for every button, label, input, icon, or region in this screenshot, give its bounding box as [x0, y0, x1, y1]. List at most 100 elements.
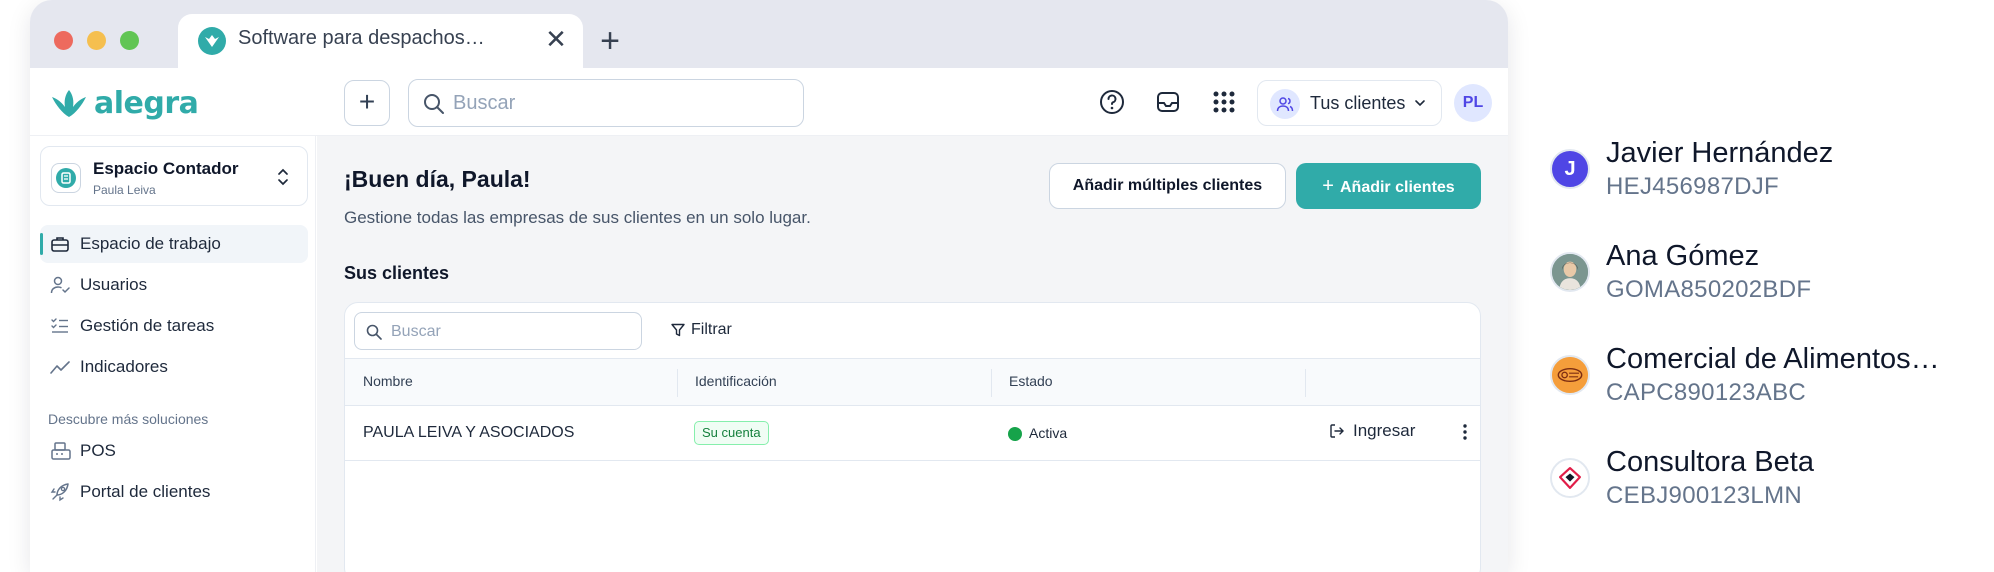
browser-tab[interactable]: Software para despachos… ✕: [178, 14, 583, 68]
column-divider: [991, 369, 992, 397]
help-icon[interactable]: [1098, 88, 1126, 116]
tab-title: Software para despachos…: [238, 27, 485, 49]
search-icon: [366, 324, 382, 340]
filter-label: Filtrar: [691, 321, 732, 338]
workspace-title: Espacio Contador: [93, 159, 239, 178]
stage: Software para despachos… ✕ + alegra + Bu…: [0, 0, 1994, 572]
workspace-icon: [51, 163, 81, 193]
inbox-icon[interactable]: [1154, 88, 1182, 116]
browser-tabstrip: Software para despachos… ✕ +: [30, 0, 1508, 68]
client-avatar-javier: J: [1550, 149, 1590, 189]
window-maximize-button[interactable]: [120, 31, 139, 50]
sidebar-item-pos[interactable]: POS: [40, 432, 308, 470]
tus-clientes-label: Tus clientes: [1310, 93, 1406, 113]
window-minimize-button[interactable]: [87, 31, 106, 50]
column-divider: [1305, 369, 1306, 397]
client-list-item[interactable]: Ana Gómez GOMA850202BDF: [1550, 240, 1970, 328]
search-icon: [424, 94, 444, 114]
sidebar-item-indicadores[interactable]: Indicadores: [40, 348, 308, 386]
alegra-favicon-icon: [198, 27, 226, 55]
client-rfc: HEJ456987DJF: [1606, 173, 1780, 200]
section-title-sus-clientes: Sus clientes: [344, 263, 450, 283]
page-greeting: ¡Buen día, Paula!: [344, 166, 531, 192]
apps-grid-icon[interactable]: [1210, 88, 1238, 116]
food-company-logo-icon: [1552, 357, 1588, 393]
add-clients-label: Añadir clientes: [1339, 179, 1455, 196]
chevron-up-down-icon: [278, 168, 288, 186]
client-avatar-consultora-logo: [1550, 458, 1590, 498]
workspace-selector[interactable]: Espacio Contador Paula Leiva: [40, 146, 308, 206]
table-search-input[interactable]: [391, 321, 631, 343]
alegra-logo[interactable]: alegra: [50, 86, 199, 121]
add-clients-button[interactable]: + Añadir clientes: [1296, 163, 1481, 209]
alegra-logo-icon: [52, 89, 86, 117]
status-label: Activa: [1029, 425, 1068, 441]
column-header-nombre[interactable]: Nombre: [363, 373, 413, 389]
add-multiple-clients-button[interactable]: Añadir múltiples clientes: [1049, 163, 1286, 209]
logo-text: alegra: [94, 86, 199, 121]
chevron-down-icon: [1415, 100, 1425, 107]
header-search[interactable]: [408, 79, 804, 127]
client-avatar-comercial-logo: [1550, 355, 1590, 395]
users-icon: [1270, 89, 1300, 119]
trend-icon: [50, 361, 70, 374]
client-name: Comercial de Alimentos…: [1606, 343, 1940, 375]
ingresar-label: Ingresar: [1353, 421, 1416, 440]
workspace-subtitle: Paula Leiva: [93, 183, 156, 197]
client-name: Ana Gómez: [1606, 240, 1760, 272]
more-vertical-icon[interactable]: [1455, 422, 1475, 442]
tab-close-icon[interactable]: ✕: [541, 24, 571, 54]
client-rfc: CAPC890123ABC: [1606, 379, 1807, 406]
consultora-logo-icon: [1552, 460, 1588, 496]
new-tab-button[interactable]: +: [590, 22, 630, 62]
add-button[interactable]: +: [344, 80, 390, 126]
header-search-input[interactable]: [453, 90, 783, 116]
table-row[interactable]: PAULA LEIVA Y ASOCIADOS Su cuenta Activa…: [345, 406, 1480, 461]
main-content: ¡Buen día, Paula! Gestione todas las emp…: [317, 136, 1508, 572]
sidebar-item-label: Portal de clientes: [80, 482, 211, 501]
sidebar-item-label: Espacio de trabajo: [80, 234, 221, 253]
client-name-cell: PAULA LEIVA Y ASOCIADOS: [363, 424, 575, 441]
client-list-item[interactable]: Consultora Beta CEBJ900123LMN: [1550, 446, 1970, 534]
sidebar-item-usuarios[interactable]: Usuarios: [40, 266, 308, 304]
table-header: Nombre Identificación Estado: [345, 358, 1480, 406]
section-label-descubre: Descubre más soluciones: [48, 411, 209, 427]
client-rfc: CEBJ900123LMN: [1606, 482, 1803, 509]
tus-clientes-button[interactable]: Tus clientes: [1257, 80, 1442, 126]
status-active-dot: [1008, 427, 1022, 441]
rocket-icon: [50, 483, 69, 502]
clients-table: Filtrar Nombre Identificación Estado PAU…: [344, 302, 1481, 572]
column-header-estado[interactable]: Estado: [1009, 373, 1053, 389]
table-search[interactable]: [354, 312, 642, 350]
column-header-identificacion[interactable]: Identificación: [695, 373, 777, 389]
client-rfc: GOMA850202BDF: [1606, 276, 1812, 303]
client-list-item[interactable]: Comercial de Alimentos… CAPC890123ABC: [1550, 343, 1970, 431]
user-avatar[interactable]: PL: [1454, 84, 1492, 122]
pos-register-icon: [51, 442, 71, 460]
filter-button[interactable]: Filtrar: [671, 321, 732, 339]
client-name: Consultora Beta: [1606, 446, 1814, 478]
user-check-icon: [50, 276, 70, 294]
window-close-button[interactable]: [54, 31, 73, 50]
filter-icon: [671, 323, 685, 337]
column-divider: [677, 369, 678, 397]
client-avatar-ana-photo: [1550, 252, 1590, 292]
sidebar-item-espacio-de-trabajo[interactable]: Espacio de trabajo: [40, 225, 308, 263]
briefcase-icon: [51, 237, 69, 252]
ingresar-button[interactable]: Ingresar: [1329, 421, 1415, 441]
sidebar-item-label: Indicadores: [80, 357, 168, 376]
account-badge: Su cuenta: [694, 421, 769, 445]
login-icon: [1330, 424, 1344, 438]
sidebar-item-label: POS: [80, 441, 116, 460]
sidebar-item-portal-de-clientes[interactable]: Portal de clientes: [40, 473, 308, 511]
plus-icon: +: [1322, 175, 1334, 197]
page-subtitle: Gestione todas las empresas de sus clien…: [344, 208, 811, 227]
app-header: alegra + Tus clientes PL: [30, 68, 1508, 136]
sidebar: Espacio Contador Paula Leiva Espacio de …: [30, 136, 316, 572]
task-list-icon: [51, 318, 68, 333]
client-list-item[interactable]: J Javier Hernández HEJ456987DJF: [1550, 137, 1970, 225]
sidebar-item-label: Usuarios: [80, 275, 148, 294]
client-name: Javier Hernández: [1606, 137, 1834, 169]
sidebar-item-gestion-de-tareas[interactable]: Gestión de tareas: [40, 307, 308, 345]
sidebar-item-label: Gestión de tareas: [80, 316, 215, 335]
